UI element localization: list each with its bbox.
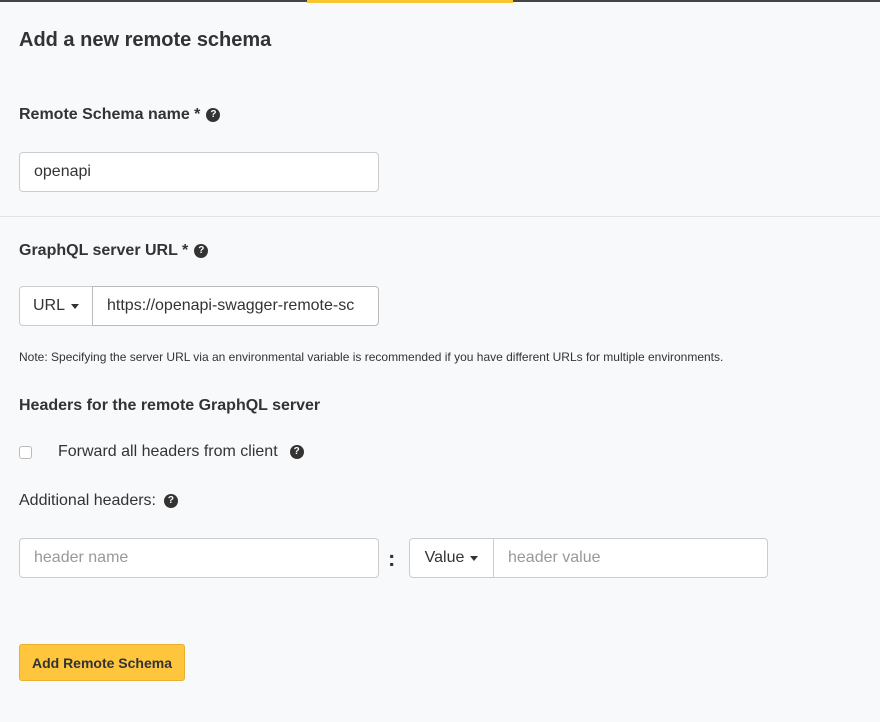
- caret-down-icon: [71, 303, 79, 309]
- additional-headers-label-text: Additional headers:: [19, 492, 156, 509]
- server-url-label: GraphQL server URL * ?: [19, 242, 209, 260]
- forward-headers-label: Forward all headers from client ?: [58, 443, 304, 461]
- question-circle-icon[interactable]: ?: [194, 244, 209, 258]
- server-url-note: Note: Specifying the server URL via an e…: [19, 350, 724, 364]
- url-type-dropdown[interactable]: URL: [19, 286, 93, 326]
- server-url-label-text: GraphQL server URL *: [19, 242, 189, 259]
- forward-headers-label-text: Forward all headers from client: [58, 443, 278, 460]
- caret-down-icon: [470, 555, 479, 561]
- page-title: Add a new remote schema: [19, 29, 272, 51]
- question-circle-icon[interactable]: ?: [289, 445, 304, 459]
- headers-section-title-text: Headers for the remote GraphQL server: [19, 397, 321, 414]
- schema-name-label-text: Remote Schema name *: [19, 106, 201, 123]
- header-value-type-label: Value: [424, 549, 465, 566]
- schema-name-label: Remote Schema name * ?: [19, 106, 221, 124]
- url-type-label: URL: [32, 297, 65, 314]
- question-circle-icon[interactable]: ?: [206, 108, 221, 122]
- add-remote-schema-button[interactable]: Add Remote Schema: [19, 644, 185, 681]
- header-value-type-dropdown[interactable]: Value: [409, 538, 494, 578]
- server-url-input[interactable]: [92, 286, 379, 326]
- question-circle-icon[interactable]: ?: [163, 494, 178, 508]
- header-value-input[interactable]: [493, 538, 768, 578]
- header-name-input[interactable]: [19, 538, 379, 578]
- additional-headers-label: Additional headers: ?: [19, 492, 178, 510]
- headers-section-title: Headers for the remote GraphQL server: [19, 397, 320, 415]
- forward-headers-checkbox[interactable]: [19, 446, 32, 459]
- schema-name-input[interactable]: [19, 152, 379, 192]
- header-separator: :: [388, 546, 396, 571]
- active-tab-indicator: [307, 0, 513, 3]
- section-divider: [0, 216, 880, 217]
